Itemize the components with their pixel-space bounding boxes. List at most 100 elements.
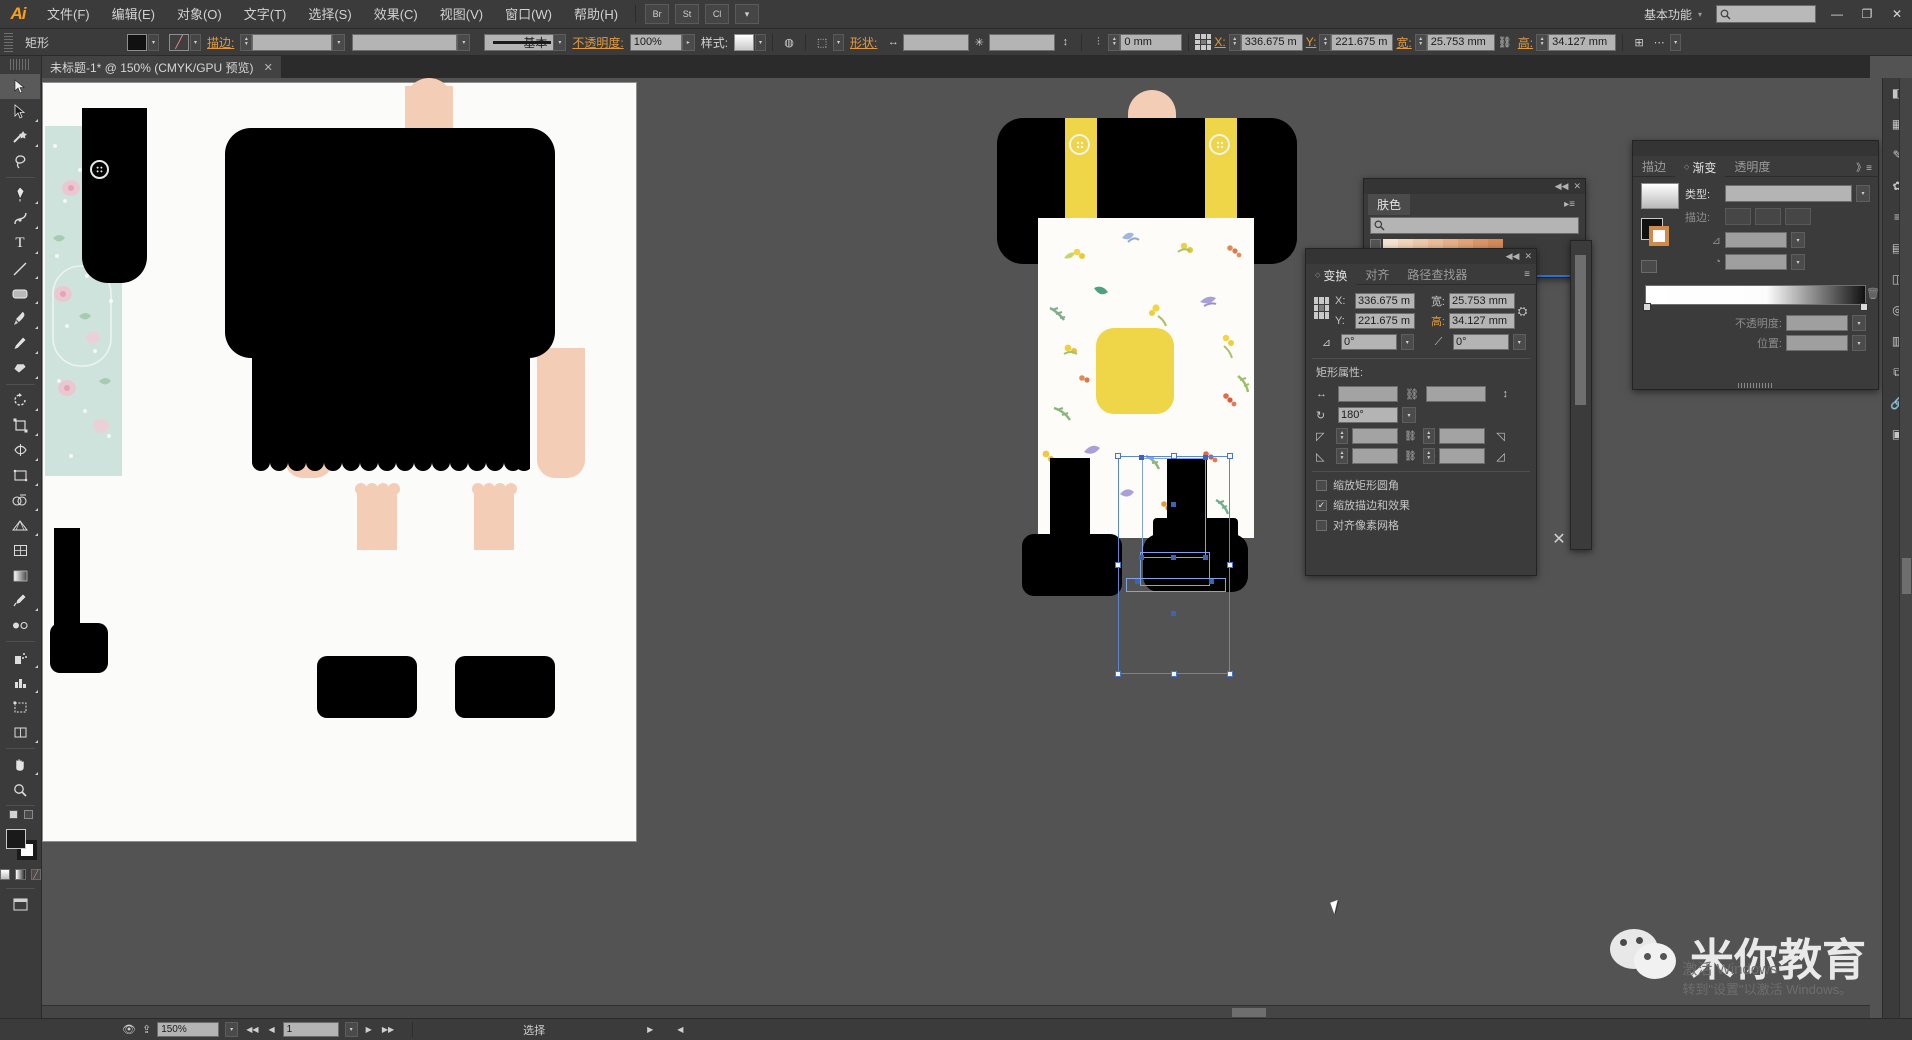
corner-bl-field[interactable] <box>1352 448 1398 464</box>
close-icon[interactable]: ✕ <box>1573 181 1581 192</box>
transform-dropdown[interactable]: ▾ <box>833 34 844 51</box>
gradient-panel[interactable]: 描边 ◇ 渐变 透明度 》≡ 类型: ▾ <box>1632 140 1879 390</box>
selection-handle-tl[interactable] <box>1115 453 1121 459</box>
anchor-point[interactable] <box>1139 555 1144 560</box>
corner-br-stepper[interactable]: ▲▼ <box>1423 448 1435 464</box>
w-field[interactable]: 25.753 mm <box>1427 34 1495 51</box>
curvature-tool[interactable] <box>0 206 40 231</box>
blend-tool[interactable] <box>0 613 40 638</box>
first-page-icon[interactable]: ◀◀ <box>244 1025 260 1034</box>
close-icon[interactable]: ✕ <box>1524 251 1532 262</box>
artboard-tool[interactable] <box>0 695 40 720</box>
w-stepper[interactable]: ▲▼ <box>1415 34 1427 51</box>
free-transform-tool[interactable] <box>0 463 40 488</box>
h-field[interactable]: 34.127 mm <box>1548 34 1616 51</box>
x-field[interactable]: 336.675 m <box>1355 293 1415 309</box>
more-options-icon[interactable]: ⋯ <box>1649 33 1669 51</box>
type-dropdown[interactable]: ▾ <box>1856 185 1870 202</box>
panel-menu-icon[interactable]: ▸≡ <box>1564 199 1581 210</box>
fill-color-dropdown[interactable]: ▾ <box>148 34 159 51</box>
opacity-label[interactable]: 不透明度: <box>572 34 623 51</box>
status-expand-icon[interactable]: ▶ <box>645 1025 655 1034</box>
corner-link-icon[interactable]: ⛓ <box>1404 431 1417 442</box>
menu-effect[interactable]: 效果(C) <box>363 0 429 29</box>
none-mode-icon[interactable]: ╱ <box>31 869 41 880</box>
pen-tool[interactable] <box>0 181 40 206</box>
selection-handle-bl[interactable] <box>1115 671 1121 677</box>
reference-point-selector[interactable] <box>1314 297 1329 319</box>
stroke-weight-field[interactable] <box>252 34 332 51</box>
fabric-black-piece-shoe[interactable] <box>50 623 108 673</box>
y-field[interactable]: 221.675 m <box>1331 34 1393 51</box>
anchor-point[interactable] <box>1203 555 1208 560</box>
shape-label[interactable]: 形状: <box>850 34 877 51</box>
graphic-style-swatch[interactable] <box>734 34 754 51</box>
panel-resize-grip[interactable] <box>1738 383 1774 388</box>
opacity-field[interactable]: 100% <box>630 34 682 51</box>
selection-handle-tr[interactable] <box>1227 453 1233 459</box>
status-collapse-icon[interactable]: ◀ <box>675 1025 685 1034</box>
tab-transparency[interactable]: 透明度 <box>1725 156 1779 177</box>
gradient-angle-field[interactable] <box>1725 232 1787 248</box>
eraser-tool[interactable] <box>0 356 40 381</box>
page-dropdown[interactable]: ▾ <box>345 1022 358 1037</box>
selection-handle-mr[interactable] <box>1227 562 1233 568</box>
stroke-type-3-button[interactable] <box>1785 208 1811 225</box>
library-button[interactable]: Cl <box>705 4 729 24</box>
preview-icon[interactable]: 👁 <box>122 1023 136 1036</box>
transform-panel-tabs[interactable]: ◇ 变换 对齐 路径查找器 ≡ <box>1306 264 1536 285</box>
offset-stepper[interactable]: ▲▼ <box>1108 34 1120 51</box>
selection-handle-ml[interactable] <box>1115 562 1121 568</box>
stroke-weight-stepper[interactable]: ▲▼ <box>240 34 252 51</box>
menu-window[interactable]: 窗口(W) <box>494 0 563 29</box>
opacity-dropdown[interactable]: ▸ <box>682 34 695 51</box>
shape-height-field[interactable] <box>989 34 1055 51</box>
lock-proportions-icon[interactable]: ⛓ <box>1495 33 1515 51</box>
menu-help[interactable]: 帮助(H) <box>563 0 629 29</box>
doll1-shoe-right[interactable] <box>455 656 555 718</box>
stroke-type-2-button[interactable] <box>1755 208 1781 225</box>
next-page-icon[interactable]: ▶ <box>364 1025 374 1034</box>
link-icon[interactable]: ⛓ <box>1405 388 1419 401</box>
page-field[interactable]: 1 <box>283 1022 339 1037</box>
anchor-point[interactable] <box>1139 455 1144 460</box>
gradient-aspect-field[interactable] <box>1725 254 1787 270</box>
panel-menu-icon[interactable]: ≡ <box>1524 269 1536 280</box>
perspective-grid-tool[interactable] <box>0 513 40 538</box>
corner-br-field[interactable] <box>1439 448 1485 464</box>
canvas-horizontal-scrollbar[interactable] <box>42 1005 1870 1018</box>
screen-mode-button[interactable] <box>0 892 40 916</box>
zoom-dropdown[interactable]: ▾ <box>225 1022 238 1037</box>
line-segment-tool[interactable] <box>0 256 40 281</box>
stroke-color-swatch[interactable]: ╱ <box>169 34 189 51</box>
column-graph-tool[interactable] <box>0 670 40 695</box>
corner-tr-field[interactable] <box>1439 428 1485 444</box>
vertical-scroll-thumb[interactable] <box>1902 558 1911 594</box>
menu-object[interactable]: 对象(O) <box>166 0 233 29</box>
anchor-point[interactable] <box>1171 555 1176 560</box>
stroke-profile-dropdown[interactable]: ▾ <box>457 34 470 51</box>
tab-align[interactable]: 对齐 <box>1356 264 1398 285</box>
gradient-panel-tabs[interactable]: 描边 ◇ 渐变 透明度 》≡ <box>1633 156 1878 177</box>
menu-select[interactable]: 选择(S) <box>297 0 362 29</box>
delete-stop-icon[interactable]: 🗑 <box>1866 287 1880 300</box>
panel-close-x-icon[interactable]: ✕ <box>1545 525 1573 553</box>
anchor-center[interactable] <box>1171 502 1176 507</box>
mesh-tool[interactable] <box>0 538 40 563</box>
selection-handle-br[interactable] <box>1227 671 1233 677</box>
swatch-panel-tab[interactable]: 肤色 <box>1368 194 1410 215</box>
x-field[interactable]: 336.675 m <box>1241 34 1303 51</box>
maximize-button[interactable]: ❐ <box>1852 0 1882 29</box>
fill-color-swatch[interactable] <box>127 34 147 51</box>
menu-type[interactable]: 文字(T) <box>233 0 298 29</box>
fabric-black-piece-leg[interactable] <box>54 528 80 638</box>
selection-sub-leg[interactable] <box>1142 458 1206 558</box>
rect-width-field[interactable] <box>1338 386 1398 402</box>
gradient-stop-start[interactable] <box>1643 303 1651 311</box>
symbol-sprayer-tool[interactable] <box>0 645 40 670</box>
offset-field[interactable]: 0 mm <box>1120 34 1182 51</box>
hand-tool[interactable] <box>0 752 40 777</box>
rect-rotation-field[interactable]: 180° <box>1338 407 1398 423</box>
rotate-tool[interactable] <box>0 388 40 413</box>
anchor-point[interactable] <box>1209 579 1214 584</box>
